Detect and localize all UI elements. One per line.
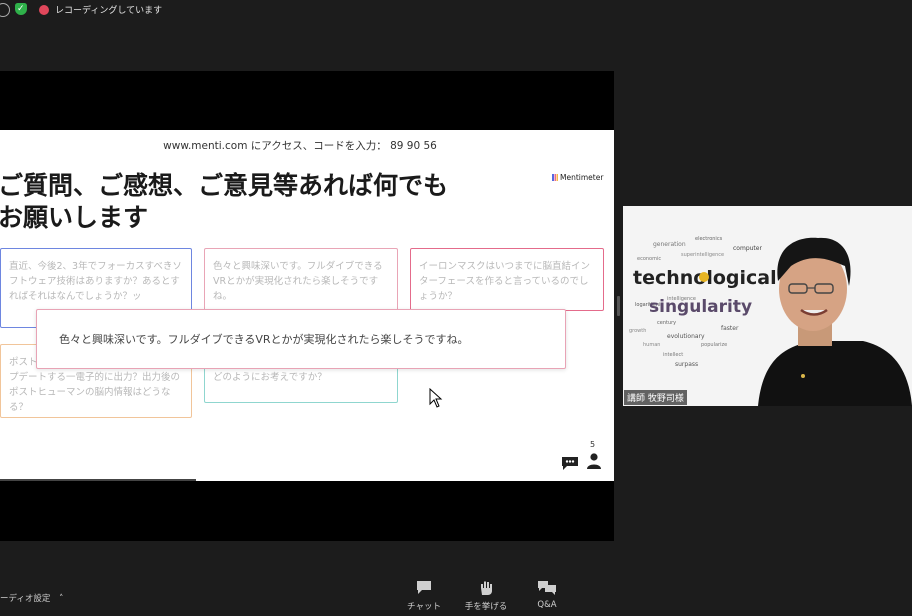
question-card: 色々と興味深いです。フルダイブできるVRとかが実現化されたら楽しそうですね。 [204, 248, 398, 311]
svg-text:singularity: singularity [649, 297, 752, 317]
speaker-video-frame: generation electronics computer economic… [623, 206, 912, 406]
mentimeter-brand: Mentimeter [560, 173, 604, 182]
svg-text:growth: growth [629, 328, 646, 334]
speaker-name-label: 講師 牧野司様 [624, 390, 687, 405]
svg-text:faster: faster [721, 325, 739, 332]
audio-settings-button[interactable]: ーディオ設定 ˄ [0, 592, 63, 604]
svg-text:popularize: popularize [701, 342, 727, 348]
participant-count: 5 [590, 440, 596, 449]
recording-status[interactable]: レコーディングしています [55, 3, 162, 16]
svg-text:economic: economic [637, 256, 661, 262]
chat-bubble-icon [562, 457, 578, 470]
resize-handle[interactable] [617, 296, 620, 316]
shield-check-icon[interactable]: ✓ [15, 3, 27, 15]
raise-hand-label: 手を挙げる [464, 602, 508, 612]
slide-title: ご質問、ご感想、ご意見等あれば何でも お願いします [0, 170, 538, 234]
raise-hand-button[interactable]: 手を挙げる [456, 580, 516, 612]
svg-text:human: human [643, 342, 660, 348]
svg-text:electronics: electronics [695, 236, 723, 242]
svg-text:evolutionary: evolutionary [667, 333, 705, 340]
info-icon[interactable] [0, 3, 10, 17]
qa-button[interactable]: Q&A [517, 580, 577, 610]
svg-text:superintelligence: superintelligence [681, 252, 724, 258]
qa-label: Q&A [537, 600, 557, 610]
person-icon [587, 453, 601, 469]
mentimeter-logo: Mentimeter [552, 173, 603, 182]
svg-text:surpass: surpass [675, 361, 698, 368]
svg-text:generation: generation [653, 241, 686, 248]
qa-icon [538, 581, 556, 595]
shared-screen: www.menti.com にアクセス、コードを入力： 89 90 56 Men… [0, 71, 614, 541]
question-card: イーロンマスクはいつまでに脳直結インターフェースを作ると言っているのでしょうか？ [410, 248, 604, 311]
slide-title-line1: ご質問、ご感想、ご意見等あれば何でも [0, 171, 449, 200]
top-status-bar: ✓ レコーディングしています [0, 0, 912, 22]
mentimeter-slide: www.menti.com にアクセス、コードを入力： 89 90 56 Men… [0, 130, 614, 481]
join-url: www.menti.com [163, 140, 248, 152]
chat-button[interactable]: チャット [394, 580, 454, 612]
chat-label: チャット [407, 602, 441, 612]
mouse-cursor-icon [429, 388, 443, 408]
audio-settings-label: ーディオ設定 [0, 594, 51, 604]
svg-text:century: century [657, 320, 676, 326]
raise-hand-icon [481, 581, 492, 595]
join-instructions: www.menti.com にアクセス、コードを入力： 89 90 56 [0, 138, 600, 153]
highlighted-response: 色々と興味深いです。フルダイブできるVRとかが実現化されたら楽しそうですね。 [36, 309, 566, 369]
meeting-controls: ーディオ設定 ˄ チャット 手を挙げる Q&A [0, 570, 912, 616]
join-code: 89 90 56 [390, 140, 437, 152]
chevron-up-icon[interactable]: ˄ [59, 594, 63, 604]
speaker-video-tile[interactable]: generation electronics computer economic… [623, 206, 912, 406]
svg-text:computer: computer [733, 245, 762, 252]
record-icon [39, 5, 49, 15]
progress-line [0, 479, 196, 481]
chat-icon [417, 581, 431, 594]
mentimeter-bars-icon [552, 174, 558, 181]
svg-text:intellect: intellect [663, 352, 683, 358]
join-text: にアクセス、コードを入力： [247, 140, 391, 152]
slide-title-line2: お願いします [0, 203, 149, 232]
